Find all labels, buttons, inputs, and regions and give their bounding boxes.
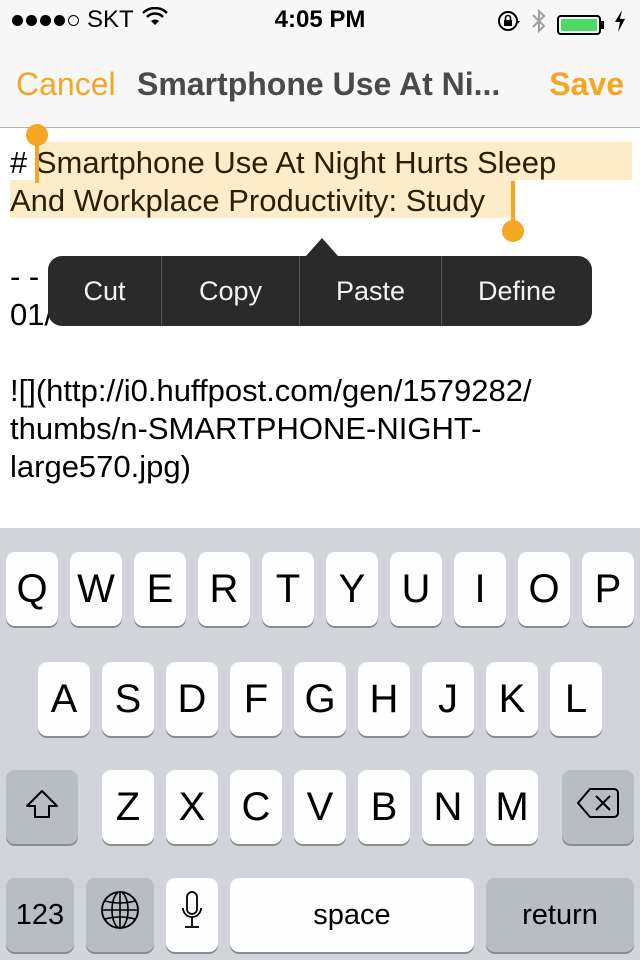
microphone-icon bbox=[180, 890, 204, 940]
return-key-label: return bbox=[522, 898, 598, 931]
space-key[interactable]: space bbox=[230, 878, 474, 952]
key-e[interactable]: E bbox=[134, 552, 186, 626]
heading-line-2: And Workplace Productivity: Study bbox=[10, 182, 485, 220]
key-x[interactable]: X bbox=[166, 770, 218, 844]
heading-line: # Smartphone Use At Night Hurts Sleep bbox=[10, 144, 557, 182]
date-line: 01/ bbox=[10, 297, 54, 332]
bluetooth-icon bbox=[531, 8, 547, 41]
heading-prefix: # bbox=[10, 145, 36, 180]
selected-text[interactable]: Smartphone Use At Night Hurts Sleep bbox=[35, 145, 557, 180]
cut-menu-item[interactable]: Cut bbox=[48, 256, 162, 326]
key-h[interactable]: H bbox=[358, 662, 410, 736]
key-a[interactable]: A bbox=[38, 662, 90, 736]
define-menu-item[interactable]: Define bbox=[442, 256, 592, 326]
edit-menu-arrow bbox=[306, 238, 338, 256]
key-b[interactable]: B bbox=[358, 770, 410, 844]
charging-bolt-icon bbox=[614, 10, 626, 39]
key-n[interactable]: N bbox=[422, 770, 474, 844]
shift-icon bbox=[24, 785, 60, 830]
copy-menu-item[interactable]: Copy bbox=[162, 256, 300, 326]
key-q[interactable]: Q bbox=[6, 552, 58, 626]
numbers-key-label: 123 bbox=[15, 898, 65, 931]
image-markdown-line: ![](http://i0.huffpost.com/gen/1579282/ bbox=[10, 373, 532, 408]
save-button[interactable]: Save bbox=[549, 66, 624, 103]
cancel-button[interactable]: Cancel bbox=[16, 66, 116, 103]
key-d[interactable]: D bbox=[166, 662, 218, 736]
key-f[interactable]: F bbox=[230, 662, 282, 736]
globe-key[interactable] bbox=[86, 878, 154, 952]
image-markdown-line: thumbs/n-SMARTPHONE-NIGHT- bbox=[10, 411, 482, 446]
key-r[interactable]: R bbox=[198, 552, 250, 626]
paste-menu-item[interactable]: Paste bbox=[300, 256, 442, 326]
key-y[interactable]: Y bbox=[326, 552, 378, 626]
key-i[interactable]: I bbox=[454, 552, 506, 626]
delete-key[interactable] bbox=[562, 770, 634, 844]
separator-line: - - bbox=[10, 259, 40, 294]
shift-key[interactable] bbox=[6, 770, 78, 844]
key-w[interactable]: W bbox=[70, 552, 122, 626]
key-p[interactable]: P bbox=[582, 552, 634, 626]
battery-icon bbox=[557, 14, 601, 35]
numbers-key[interactable]: 123 bbox=[6, 878, 74, 952]
edit-menu: Cut Copy Paste Define bbox=[48, 256, 592, 326]
selected-text[interactable]: And Workplace Productivity: Study bbox=[10, 183, 485, 218]
rotation-lock-icon bbox=[497, 9, 521, 40]
navigation-bar: Cancel Smartphone Use At Ni... Save bbox=[0, 40, 640, 128]
key-k[interactable]: K bbox=[486, 662, 538, 736]
text-editor[interactable]: # Smartphone Use At Night Hurts Sleep An… bbox=[0, 124, 640, 528]
key-c[interactable]: C bbox=[230, 770, 282, 844]
key-g[interactable]: G bbox=[294, 662, 346, 736]
key-m[interactable]: M bbox=[486, 770, 538, 844]
space-key-label: space bbox=[313, 898, 391, 931]
document-title: Smartphone Use At Ni... bbox=[137, 66, 501, 102]
image-markdown-line: large570.jpg) bbox=[10, 449, 191, 484]
key-j[interactable]: J bbox=[422, 662, 474, 736]
key-v[interactable]: V bbox=[294, 770, 346, 844]
key-t[interactable]: T bbox=[262, 552, 314, 626]
return-key[interactable]: return bbox=[486, 878, 634, 952]
key-z[interactable]: Z bbox=[102, 770, 154, 844]
dictation-key[interactable] bbox=[166, 878, 218, 952]
key-o[interactable]: O bbox=[518, 552, 570, 626]
key-s[interactable]: S bbox=[102, 662, 154, 736]
key-l[interactable]: L bbox=[550, 662, 602, 736]
key-u[interactable]: U bbox=[390, 552, 442, 626]
globe-icon bbox=[100, 890, 140, 940]
keyboard: Q W E R T Y U I O P A S D F G H J K L Z … bbox=[0, 528, 640, 960]
status-bar: SKT 4:05 PM bbox=[0, 0, 640, 40]
backspace-icon bbox=[576, 785, 620, 830]
